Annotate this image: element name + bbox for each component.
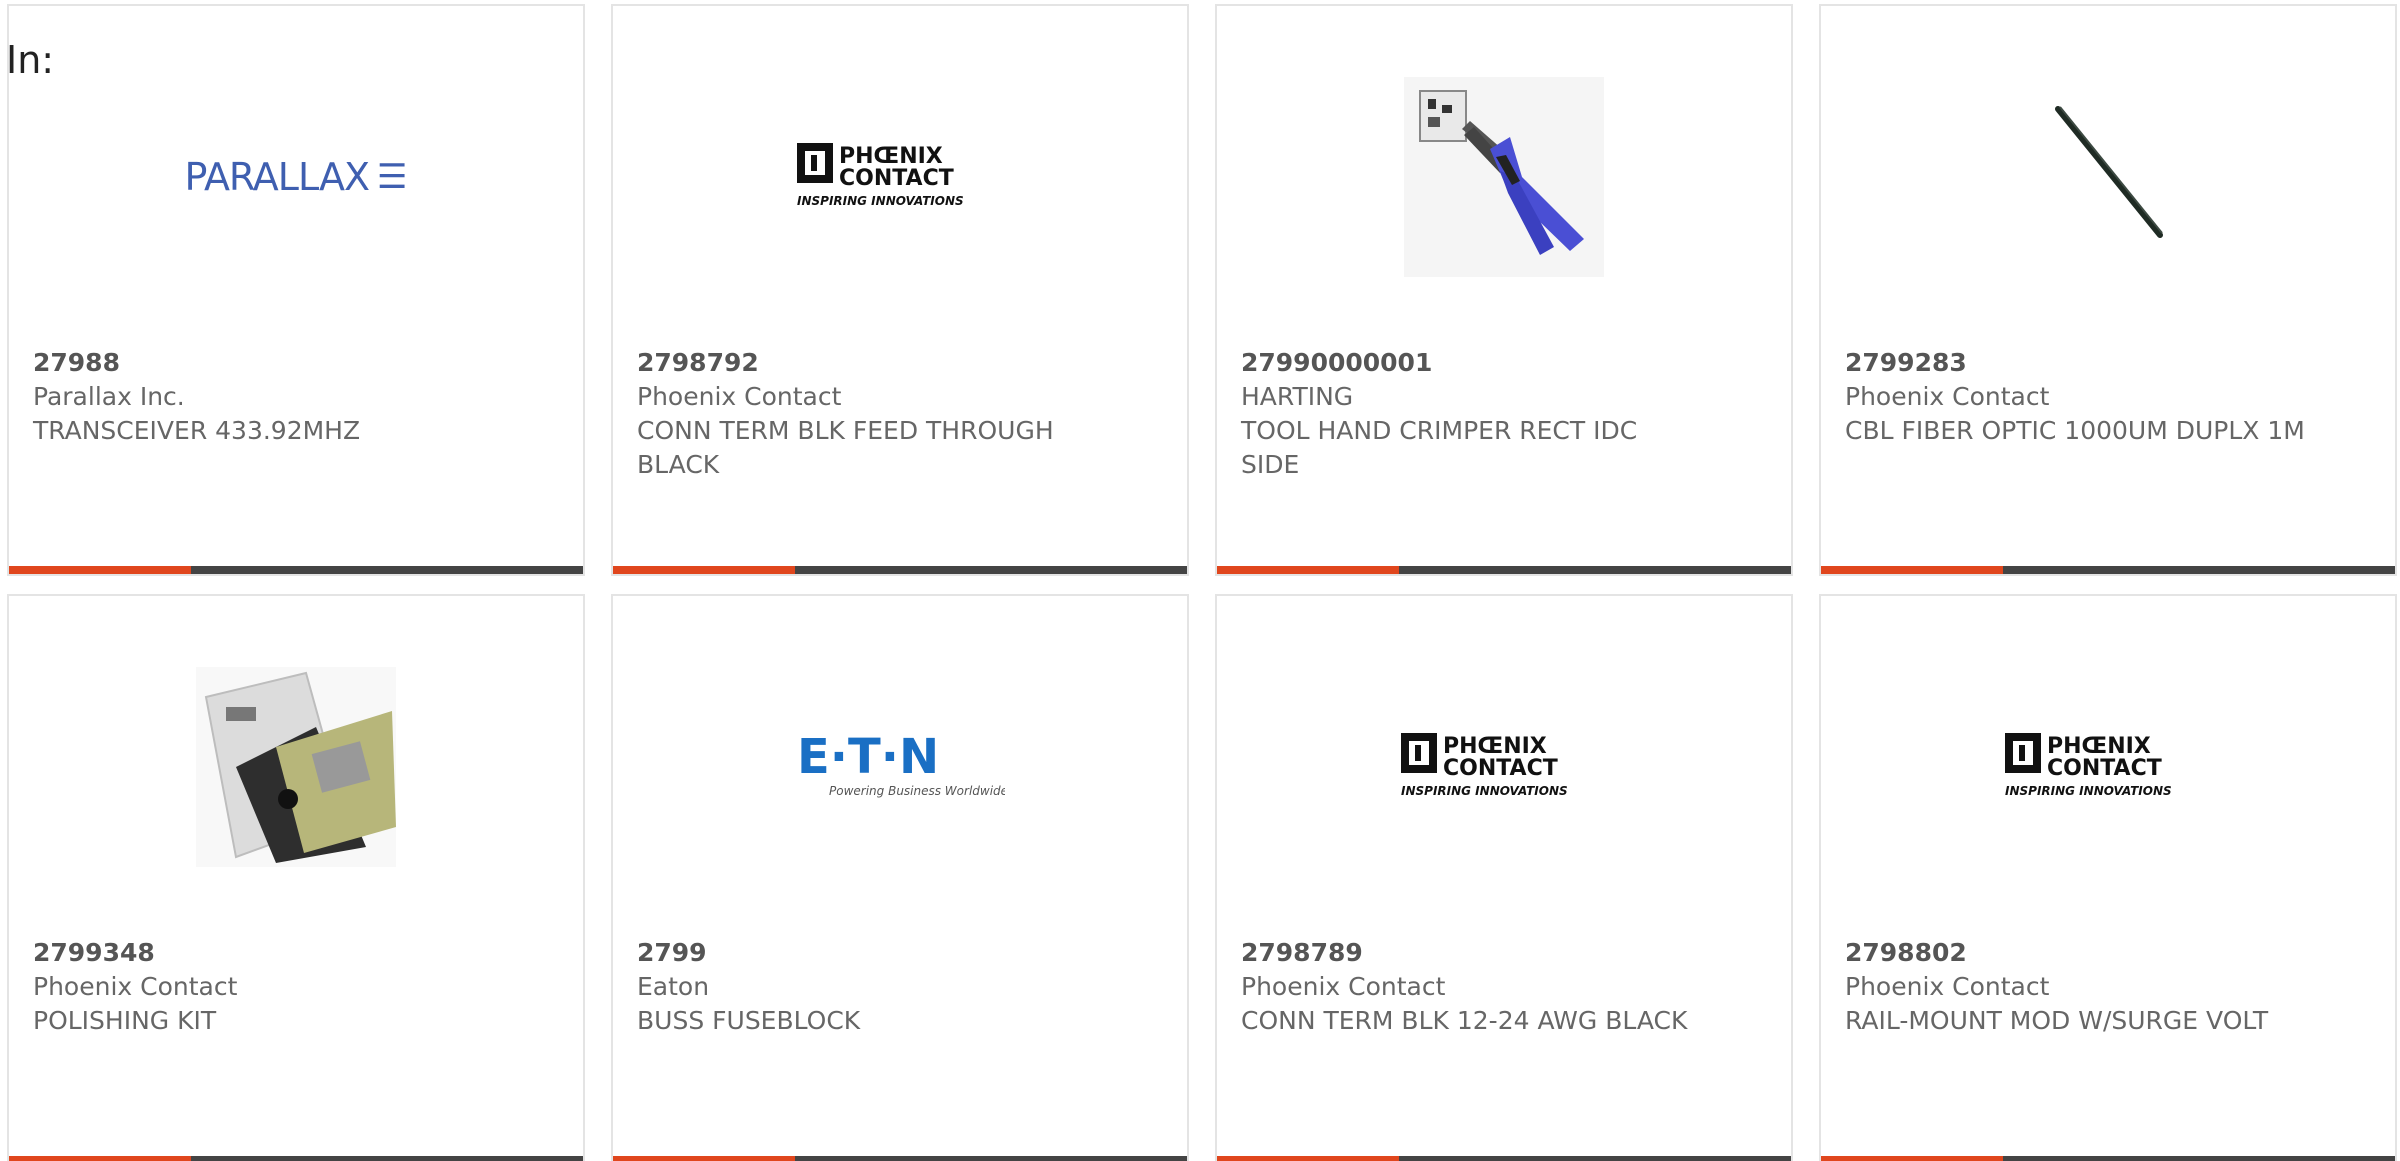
card-footer-bar bbox=[1217, 566, 1791, 574]
part-number-link[interactable]: 2798802 bbox=[1845, 936, 2305, 970]
product-description: CONN TERM BLK FEED THROUGH BLACK bbox=[637, 416, 1054, 479]
svg-text:INSPIRING INNOVATIONS: INSPIRING INNOVATIONS bbox=[1401, 784, 1568, 798]
card-footer-bar bbox=[1217, 1156, 1791, 1161]
svg-text:CONTACT: CONTACT bbox=[839, 166, 954, 191]
card-footer-bar bbox=[613, 566, 1187, 574]
svg-text:INSPIRING INNOVATIONS: INSPIRING INNOVATIONS bbox=[797, 194, 964, 208]
product-card[interactable]: 2799283 Phoenix Contact CBL FIBER OPTIC … bbox=[1819, 4, 2397, 576]
parallax-logo: PARALLAX ☰ bbox=[184, 155, 408, 199]
eaton-logo: E·T·N Powering Business Worldwide bbox=[797, 729, 1005, 798]
manufacturer-label: Phoenix Contact bbox=[1241, 972, 1446, 1001]
product-card[interactable]: PHŒNIX CONTACT INSPIRING INNOVATIONS 279… bbox=[1819, 594, 2397, 1161]
part-number-link[interactable]: 2799283 bbox=[1845, 346, 2305, 380]
polishing-kit-photo bbox=[196, 667, 396, 867]
product-image[interactable] bbox=[1821, 72, 2395, 282]
card-footer-bar bbox=[613, 1156, 1187, 1161]
phoenix-contact-logo: PHŒNIX CONTACT INSPIRING INNOVATIONS bbox=[2005, 733, 2172, 798]
product-description: CONN TERM BLK 12-24 AWG BLACK bbox=[1241, 1006, 1688, 1035]
svg-text:INSPIRING INNOVATIONS: INSPIRING INNOVATIONS bbox=[2005, 784, 2172, 798]
product-card[interactable]: 2799348 Phoenix Contact POLISHING KIT bbox=[7, 594, 585, 1161]
svg-text:CONTACT: CONTACT bbox=[2047, 756, 2162, 781]
product-image[interactable] bbox=[1217, 72, 1791, 282]
product-image[interactable]: E·T·N Powering Business Worldwide bbox=[613, 662, 1187, 872]
manufacturer-label: HARTING bbox=[1241, 382, 1354, 411]
part-number-link[interactable]: 27990000001 bbox=[1241, 346, 1701, 380]
phoenix-contact-logo: PHŒNIX CONTACT INSPIRING INNOVATIONS bbox=[1401, 733, 1568, 798]
part-number-link[interactable]: 2798789 bbox=[1241, 936, 1701, 970]
part-number-link[interactable]: 2798792 bbox=[637, 346, 1097, 380]
product-image[interactable]: PARALLAX ☰ bbox=[9, 72, 583, 282]
phoenix-contact-logo: PHŒNIX CONTACT INSPIRING INNOVATIONS bbox=[797, 143, 964, 208]
manufacturer-label: Phoenix Contact bbox=[1845, 972, 2050, 1001]
card-footer-bar bbox=[9, 1156, 583, 1161]
part-number-link[interactable]: 2799348 bbox=[33, 936, 493, 970]
manufacturer-label: Phoenix Contact bbox=[33, 972, 238, 1001]
product-card[interactable]: E·T·N Powering Business Worldwide 2799 E… bbox=[611, 594, 1189, 1161]
card-footer-bar bbox=[1821, 1156, 2395, 1161]
svg-text:Powering Business Worldwide: Powering Business Worldwide bbox=[829, 784, 1005, 798]
manufacturer-label: Phoenix Contact bbox=[1845, 382, 2050, 411]
product-description: TRANSCEIVER 433.92MHZ bbox=[33, 416, 361, 445]
product-image[interactable]: PHŒNIX CONTACT INSPIRING INNOVATIONS bbox=[1217, 662, 1791, 872]
product-description: TOOL HAND CRIMPER RECT IDC SIDE bbox=[1241, 416, 1638, 479]
section-heading: In: bbox=[6, 38, 55, 82]
product-image[interactable]: PHŒNIX CONTACT INSPIRING INNOVATIONS bbox=[613, 72, 1187, 282]
product-image[interactable]: PHŒNIX CONTACT INSPIRING INNOVATIONS bbox=[1821, 662, 2395, 872]
product-description: RAIL-MOUNT MOD W/SURGE VOLT bbox=[1845, 1006, 2269, 1035]
product-description: BUSS FUSEBLOCK bbox=[637, 1006, 861, 1035]
manufacturer-label: Eaton bbox=[637, 972, 710, 1001]
card-footer-bar bbox=[9, 566, 583, 574]
product-card[interactable]: 27990000001 HARTING TOOL HAND CRIMPER RE… bbox=[1215, 4, 1793, 576]
product-description: POLISHING KIT bbox=[33, 1006, 217, 1035]
product-card[interactable]: PHŒNIX CONTACT INSPIRING INNOVATIONS 279… bbox=[1215, 594, 1793, 1161]
product-description: CBL FIBER OPTIC 1000UM DUPLX 1M bbox=[1845, 416, 2305, 445]
manufacturer-label: Parallax Inc. bbox=[33, 382, 185, 411]
product-card[interactable]: PARALLAX ☰ 27988 Parallax Inc. TRANSCEIV… bbox=[7, 4, 585, 576]
product-card[interactable]: PHŒNIX CONTACT INSPIRING INNOVATIONS 279… bbox=[611, 4, 1189, 576]
fiber-cable-photo bbox=[2055, 106, 2163, 238]
card-footer-bar bbox=[1821, 566, 2395, 574]
svg-text:CONTACT: CONTACT bbox=[1443, 756, 1558, 781]
part-number-link[interactable]: 2799 bbox=[637, 936, 1097, 970]
part-number-link[interactable]: 27988 bbox=[33, 346, 493, 380]
crimper-tool-photo bbox=[1404, 77, 1604, 277]
product-image[interactable] bbox=[9, 662, 583, 872]
svg-text:E·T·N: E·T·N bbox=[797, 729, 939, 785]
manufacturer-label: Phoenix Contact bbox=[637, 382, 842, 411]
